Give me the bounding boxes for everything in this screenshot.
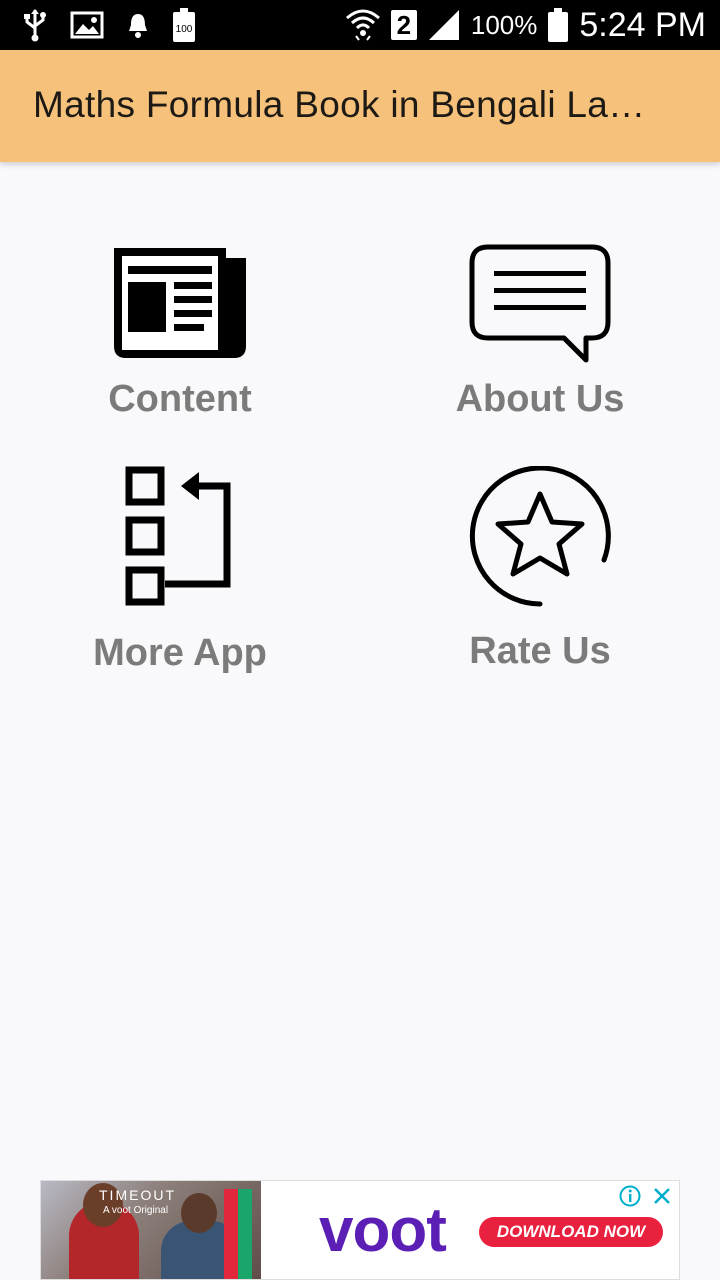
svg-text:100: 100 (176, 24, 193, 35)
star-icon (469, 466, 611, 607)
app-title: Maths Formula Book in Bengali Language (33, 84, 663, 125)
usb-icon (24, 9, 46, 42)
battery-percent: 100% (470, 9, 538, 40)
content-button[interactable]: Content (0, 244, 360, 421)
app-bar: Maths Formula Book in Bengali Language (0, 50, 720, 162)
clock: 5:24 PM (579, 5, 706, 44)
newspaper-icon (114, 248, 246, 358)
close-icon[interactable] (651, 1185, 673, 1207)
more-app-label: More App (93, 632, 267, 674)
battery-saver-icon: 100 (173, 8, 195, 42)
ad-stripe (238, 1189, 252, 1279)
notification-bell-icon (129, 14, 147, 38)
status-bar: 100 2 100% 5:24 PM (0, 0, 720, 50)
ad-banner[interactable]: TIMEOUT A voot Original voot DOWNLOAD NO… (40, 1180, 680, 1280)
battery-icon (548, 8, 569, 42)
chat-bubble-icon (469, 244, 611, 363)
wifi-icon (345, 9, 380, 41)
ad-person-head (181, 1193, 217, 1233)
ad-stripe (224, 1189, 238, 1279)
about-us-label: About Us (455, 378, 625, 420)
sim-slot-badge: 2 (390, 10, 417, 40)
image-icon (70, 11, 104, 39)
ad-show-title: TIMEOUT (99, 1187, 176, 1203)
more-app-button[interactable]: More App (0, 466, 360, 675)
signal-icon (428, 10, 459, 40)
content-label: Content (108, 378, 252, 420)
ad-brand-logo: voot (319, 1196, 447, 1265)
ad-download-button[interactable]: DOWNLOAD NOW (479, 1217, 663, 1247)
rate-us-label: Rate Us (469, 630, 611, 672)
info-icon[interactable] (619, 1185, 641, 1207)
more-apps-icon (125, 466, 231, 606)
about-us-button[interactable]: About Us (360, 244, 720, 421)
rate-us-button[interactable]: Rate Us (360, 466, 720, 673)
ad-show-subtitle: A voot Original (103, 1205, 169, 1216)
